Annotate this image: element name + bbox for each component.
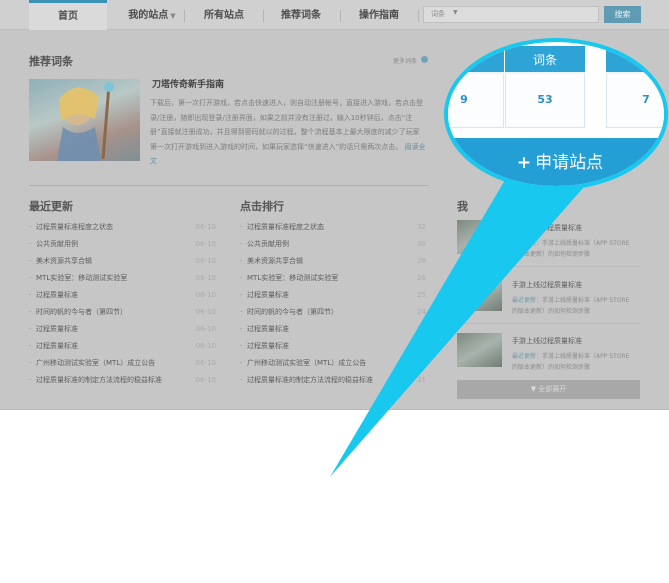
stat-column-entries: 词条 53 (505, 46, 585, 130)
stat-label: 词条 (505, 46, 585, 74)
stat-column-visits: 访问 7 (606, 46, 664, 130)
zoom-callout-content: 9 词条 53 访问 7 + 申请站点 (448, 42, 664, 186)
stat-value: 7 (606, 74, 664, 128)
stat-column: 9 (448, 46, 504, 130)
stat-value: 9 (448, 74, 504, 128)
stat-label (448, 46, 504, 74)
apply-site-label: 申请站点 (535, 153, 604, 173)
screenshot-stage: 首页 我的站点 ▼ 所有站点 推荐词条 操作指南 词条 ▼ 搜索 推荐词条 更多词… (0, 0, 669, 583)
stat-label: 访问 (606, 46, 664, 74)
stat-value: 53 (505, 74, 585, 128)
plus-icon: + (516, 153, 532, 173)
apply-site-button[interactable]: + 申请站点 (448, 138, 664, 186)
zoom-callout: 9 词条 53 访问 7 + 申请站点 (444, 38, 668, 190)
callout-tail (330, 180, 590, 477)
